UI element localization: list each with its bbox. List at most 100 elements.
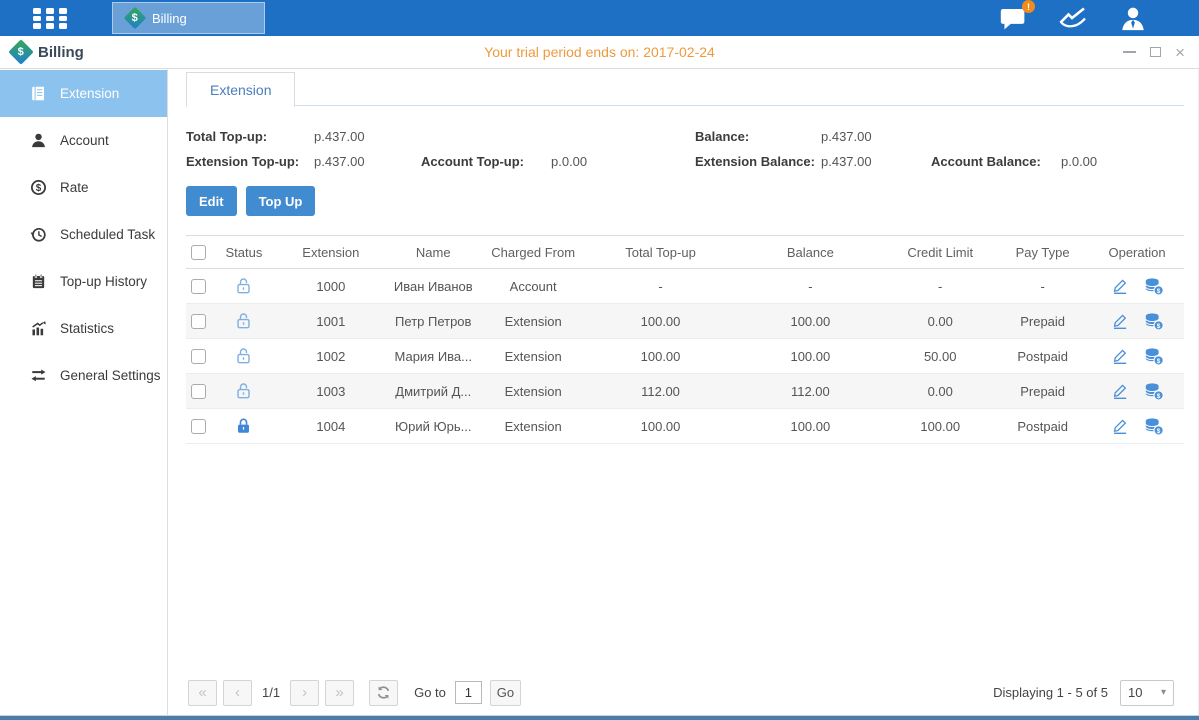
svg-text:$: $	[36, 183, 42, 194]
svg-text:$: $	[1156, 288, 1160, 295]
page-title: Billing	[38, 44, 84, 61]
user-icon[interactable]	[1119, 5, 1147, 32]
billing-summary: Total Top-up: p.437.00 Balance: p.437.00…	[186, 129, 1184, 169]
cell-pay-type: Postpaid	[995, 349, 1090, 364]
top-up-button[interactable]: Top Up	[246, 186, 316, 216]
cell-name: Иван Иванов	[386, 279, 481, 294]
cell-balance: 100.00	[735, 314, 885, 329]
cell-extension: 1004	[276, 419, 386, 434]
sidebar-item-account[interactable]: Account	[0, 117, 167, 164]
first-page-button[interactable]: «	[188, 680, 217, 706]
cell-pay-type: Prepaid	[995, 314, 1090, 329]
topup-row-icon[interactable]: $	[1144, 382, 1164, 401]
select-all-checkbox[interactable]	[191, 245, 206, 260]
edit-row-icon[interactable]	[1111, 312, 1129, 330]
trial-notice: Your trial period ends on: 2017-02-24	[484, 36, 715, 68]
cell-pay-type: -	[995, 279, 1090, 294]
sidebar-item-rate[interactable]: $ Rate	[0, 164, 167, 211]
app-grid-icon[interactable]	[33, 8, 71, 28]
edit-row-icon[interactable]	[1111, 417, 1129, 435]
sidebar-item-label: Extension	[60, 86, 119, 101]
page-size-dropdown[interactable]: 10 ▾	[1120, 680, 1174, 706]
top-bar: $ Billing !	[0, 0, 1199, 36]
table-header-row: Status Extension Name Charged From Total…	[186, 235, 1184, 269]
tab-strip: Extension	[186, 71, 1184, 106]
cell-balance: 100.00	[735, 349, 885, 364]
cell-charged-from: Extension	[481, 349, 586, 364]
topup-row-icon[interactable]: $	[1144, 417, 1164, 436]
chart-icon[interactable]	[1058, 5, 1089, 31]
edit-button[interactable]: Edit	[186, 186, 237, 216]
cell-charged-from: Extension	[481, 314, 586, 329]
cell-total-topup: -	[586, 279, 736, 294]
table-row: 1001 Петр Петров Extension 100.00 100.00…	[186, 304, 1184, 339]
account-balance-value: p.0.00	[1061, 154, 1184, 169]
header-extension: Extension	[276, 245, 386, 260]
header-charged-from: Charged From	[481, 245, 586, 260]
window-bottom-border	[0, 715, 1199, 720]
cell-credit-limit: 50.00	[885, 349, 995, 364]
cell-pay-type: Prepaid	[995, 384, 1090, 399]
dollar-circle-icon: $	[30, 179, 47, 196]
header-name: Name	[386, 245, 481, 260]
cell-total-topup: 100.00	[586, 314, 736, 329]
displaying-count: Displaying 1 - 5 of 5	[993, 685, 1108, 700]
lock-open-icon	[235, 312, 252, 330]
cell-extension: 1001	[276, 314, 386, 329]
edit-row-icon[interactable]	[1111, 277, 1129, 295]
cell-extension: 1003	[276, 384, 386, 399]
go-button[interactable]: Go	[490, 680, 521, 706]
next-page-button[interactable]: ›	[290, 680, 319, 706]
sidebar-item-topup-history[interactable]: Top-up History	[0, 258, 167, 305]
table-row: 1003 Дмитрий Д... Extension 112.00 112.0…	[186, 374, 1184, 409]
refresh-button[interactable]	[369, 680, 398, 706]
maximize-icon[interactable]	[1150, 47, 1161, 57]
sidebar-item-label: Scheduled Task	[60, 227, 155, 242]
row-checkbox[interactable]	[191, 349, 206, 364]
lock-open-icon	[235, 382, 252, 400]
sidebar-item-statistics[interactable]: Statistics	[0, 305, 167, 352]
chat-icon[interactable]: !	[999, 5, 1028, 31]
topup-row-icon[interactable]: $	[1144, 347, 1164, 366]
cell-extension: 1002	[276, 349, 386, 364]
edit-row-icon[interactable]	[1111, 382, 1129, 400]
minimize-icon[interactable]	[1123, 51, 1136, 53]
app-tab-billing[interactable]: $ Billing	[112, 2, 265, 34]
sidebar-item-label: Account	[60, 133, 109, 148]
topup-row-icon[interactable]: $	[1144, 277, 1164, 296]
total-topup-value: p.437.00	[314, 129, 421, 144]
header-operation: Operation	[1090, 245, 1184, 260]
window-title: $ Billing	[12, 36, 84, 68]
sidebar-item-scheduled-task[interactable]: Scheduled Task	[0, 211, 167, 258]
row-checkbox[interactable]	[191, 384, 206, 399]
notepad-icon	[30, 273, 47, 290]
balance-value: p.437.00	[821, 129, 931, 144]
close-icon[interactable]: ×	[1175, 44, 1185, 61]
cell-total-topup: 112.00	[586, 384, 736, 399]
sidebar-item-general-settings[interactable]: General Settings	[0, 352, 167, 399]
cell-charged-from: Extension	[481, 419, 586, 434]
header-status: Status	[212, 245, 276, 260]
row-checkbox[interactable]	[191, 419, 206, 434]
row-checkbox[interactable]	[191, 314, 206, 329]
person-icon	[30, 132, 47, 149]
cell-pay-type: Postpaid	[995, 419, 1090, 434]
header-total-topup: Total Top-up	[586, 245, 736, 260]
row-checkbox[interactable]	[191, 279, 206, 294]
tab-extension[interactable]: Extension	[186, 72, 295, 107]
last-page-button[interactable]: »	[325, 680, 354, 706]
extension-balance-value: p.437.00	[821, 154, 931, 169]
prev-page-button[interactable]: ‹	[223, 680, 252, 706]
svg-text:$: $	[1156, 393, 1160, 400]
stats-icon	[30, 320, 47, 337]
sidebar-item-extension[interactable]: Extension	[0, 70, 167, 117]
svg-text:$: $	[1156, 428, 1160, 435]
goto-page-input[interactable]	[455, 681, 482, 704]
topup-row-icon[interactable]: $	[1144, 312, 1164, 331]
cell-credit-limit: 0.00	[885, 384, 995, 399]
cell-balance: 112.00	[735, 384, 885, 399]
extension-table: Status Extension Name Charged From Total…	[186, 235, 1184, 444]
main-content: Extension Total Top-up: p.437.00 Balance…	[169, 69, 1199, 715]
edit-row-icon[interactable]	[1111, 347, 1129, 365]
svg-text:$: $	[1156, 323, 1160, 330]
